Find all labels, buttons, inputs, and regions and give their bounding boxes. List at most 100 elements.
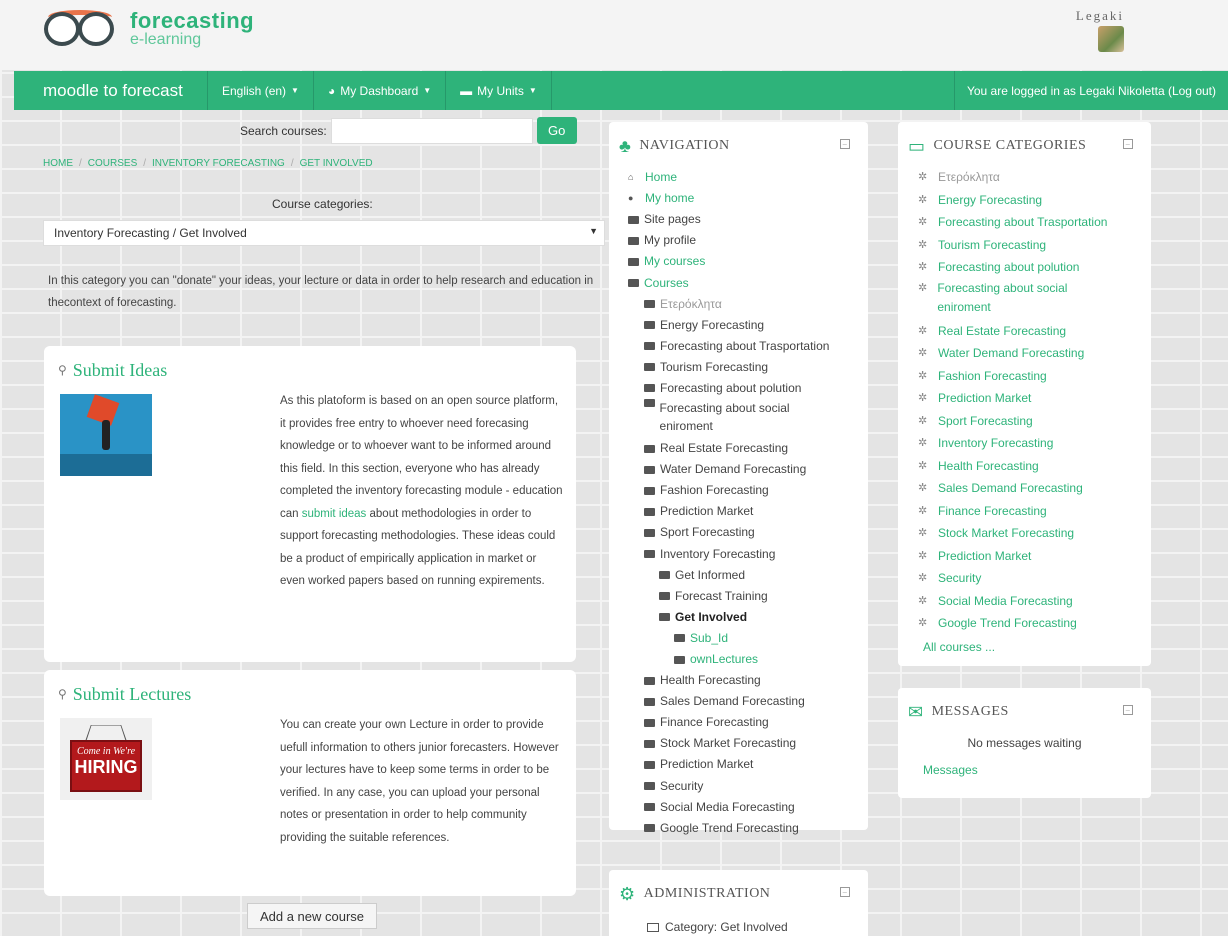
category-item[interactable]: ✲ Stock Market Forecasting (918, 522, 1118, 545)
navigation-header: ♣ NAVIGATION – (619, 130, 858, 162)
nav-item-label: Get Informed (675, 567, 746, 582)
category-item-label: Forecasting about Trasportation (938, 215, 1108, 230)
nav-item[interactable]: Google Trend Forecasting (628, 818, 838, 839)
category-item[interactable]: ✲ Forecasting about polution (918, 256, 1118, 279)
category-item[interactable]: ✲ Prediction Market (918, 545, 1118, 568)
nav-item[interactable]: Water Demand Forecasting (628, 459, 838, 480)
nav-item[interactable]: Sales Demand Forecasting (628, 691, 838, 712)
category-item[interactable]: ✲ Inventory Forecasting (918, 432, 1118, 455)
category-item[interactable]: ✲ Fashion Forecasting (918, 365, 1118, 388)
nav-item[interactable]: Forecasting about polution (628, 378, 838, 399)
submit-ideas-link[interactable]: submit ideas (302, 508, 367, 520)
category-item[interactable]: ✲ Health Forecasting (918, 455, 1118, 478)
category-select[interactable]: Inventory Forecasting / Get Involved ▼ (43, 220, 605, 246)
category-item[interactable]: ✲ Finance Forecasting (918, 500, 1118, 523)
category-item-label: Water Demand Forecasting (938, 346, 1085, 361)
search-label: Search courses: (240, 123, 327, 138)
user-name[interactable]: Legaki (1076, 8, 1124, 24)
folder-icon (674, 634, 685, 643)
units-menu[interactable]: ▬ My Units ▼ (446, 71, 552, 110)
site-logo[interactable]: forecasting e-learning (44, 10, 254, 48)
category-icon: ✲ (918, 392, 928, 405)
nav-item-label: Forecasting about polution (660, 380, 802, 395)
category-item[interactable]: ✲ Google Trend Forecasting (918, 612, 1118, 635)
breadcrumb-courses[interactable]: COURSES (88, 158, 137, 169)
messages-title: MESSAGES (931, 704, 1009, 719)
category-select-label: Course categories: (272, 197, 373, 211)
nav-item[interactable]: Courses (628, 272, 838, 293)
submit-ideas-title[interactable]: ⚲ Submit Ideas (58, 360, 167, 381)
nav-item[interactable]: My courses (628, 251, 838, 272)
avatar[interactable] (1098, 26, 1124, 52)
nav-item[interactable]: Inventory Forecasting (628, 544, 838, 565)
category-item[interactable]: ✲ Water Demand Forecasting (918, 342, 1118, 365)
nav-item[interactable]: Get Informed (628, 565, 838, 586)
nav-item-label: Water Demand Forecasting (660, 462, 807, 477)
category-item[interactable]: ✲ Ετερόκλητα (918, 166, 1118, 189)
nav-item[interactable]: My profile (628, 230, 838, 251)
folder-icon (628, 257, 639, 266)
category-item[interactable]: ✲ Sales Demand Forecasting (918, 477, 1118, 500)
breadcrumb-get-involved[interactable]: GET INVOLVED (300, 158, 373, 169)
all-courses-link[interactable]: All courses ... (923, 640, 995, 654)
category-item[interactable]: ✲ Real Estate Forecasting (918, 320, 1118, 343)
collapse-icon[interactable]: – (840, 887, 850, 897)
category-icon: ✲ (918, 527, 928, 540)
folder-icon (659, 571, 670, 580)
breadcrumb-inventory[interactable]: INVENTORY FORECASTING (152, 158, 285, 169)
admin-category-item[interactable]: Category: Get Involved (647, 920, 788, 934)
nav-item[interactable]: Finance Forecasting (628, 712, 838, 733)
category-item[interactable]: ✲ Forecasting about social eniroment (918, 279, 1118, 320)
nav-item[interactable]: Prediction Market (628, 501, 838, 522)
category-item[interactable]: ✲ Security (918, 567, 1118, 590)
submit-lectures-title[interactable]: ⚲ Submit Lectures (58, 684, 191, 705)
category-item-label: Fashion Forecasting (938, 368, 1047, 383)
collapse-icon[interactable]: – (1123, 705, 1133, 715)
nav-item[interactable]: Site pages (628, 209, 838, 230)
nav-item[interactable]: Real Estate Forecasting (628, 438, 838, 459)
login-info[interactable]: You are logged in as Legaki Nikoletta (L… (953, 71, 1228, 110)
course-categories-block: ▭ COURSE CATEGORIES – ✲ Ετερόκλητα ✲ Energy… (898, 122, 1151, 666)
collapse-icon[interactable]: – (840, 139, 850, 149)
nav-item[interactable]: Fashion Forecasting (628, 480, 838, 501)
nav-item[interactable]: Forecasting about Trasportation (628, 336, 838, 357)
category-item[interactable]: ✲ Tourism Forecasting (918, 234, 1118, 257)
dashboard-menu[interactable]: ◕ My Dashboard ▼ (314, 71, 447, 110)
language-menu[interactable]: English (en) ▼ (208, 71, 314, 110)
logo-sub-text: e-learning (130, 31, 202, 48)
nav-item[interactable]: Tourism Forecasting (628, 357, 838, 378)
site-brand-link[interactable]: moodle to forecast (14, 71, 208, 110)
nav-item[interactable]: Forecasting about social eniroment (628, 399, 838, 438)
search-go-button[interactable]: Go (536, 117, 577, 144)
add-new-course-button[interactable]: Add a new course (247, 903, 377, 929)
nav-item[interactable]: Ετερόκλητα (628, 294, 838, 315)
submit-ideas-summary: As this platoform is based on an open so… (280, 390, 564, 593)
nav-item[interactable]: Get Involved (628, 607, 838, 628)
nav-item[interactable]: Energy Forecasting (628, 315, 838, 336)
nav-item[interactable]: ● My home (628, 188, 838, 209)
nav-item[interactable]: Forecast Training (628, 586, 838, 607)
nav-item-label: Prediction Market (660, 504, 754, 519)
category-item-label: Sport Forecasting (938, 413, 1033, 428)
category-item[interactable]: ✲ Social Media Forecasting (918, 590, 1118, 613)
category-item[interactable]: ✲ Forecasting about Trasportation (918, 211, 1118, 234)
nav-item[interactable]: Sub_Id (628, 628, 838, 649)
category-item[interactable]: ✲ Sport Forecasting (918, 410, 1118, 433)
nav-item[interactable]: ownLectures (628, 649, 838, 670)
collapse-icon[interactable]: – (1123, 139, 1133, 149)
messages-link[interactable]: Messages (923, 763, 978, 777)
nav-item[interactable]: ⌂ Home (628, 167, 838, 188)
nav-item[interactable]: Social Media Forecasting (628, 797, 838, 818)
breadcrumb-home[interactable]: HOME (43, 158, 73, 169)
course-search: Search courses: Go (240, 117, 577, 144)
nav-item[interactable]: Security (628, 776, 838, 797)
nav-item[interactable]: Stock Market Forecasting (628, 733, 838, 754)
category-item[interactable]: ✲ Prediction Market (918, 387, 1118, 410)
hiring-sign-main: HIRING (74, 757, 138, 777)
search-input[interactable] (330, 117, 533, 144)
nav-item[interactable]: Sport Forecasting (628, 522, 838, 543)
nav-item[interactable]: Prediction Market (628, 754, 838, 775)
folder-icon (644, 507, 655, 516)
nav-item[interactable]: Health Forecasting (628, 670, 838, 691)
category-item[interactable]: ✲ Energy Forecasting (918, 189, 1118, 212)
